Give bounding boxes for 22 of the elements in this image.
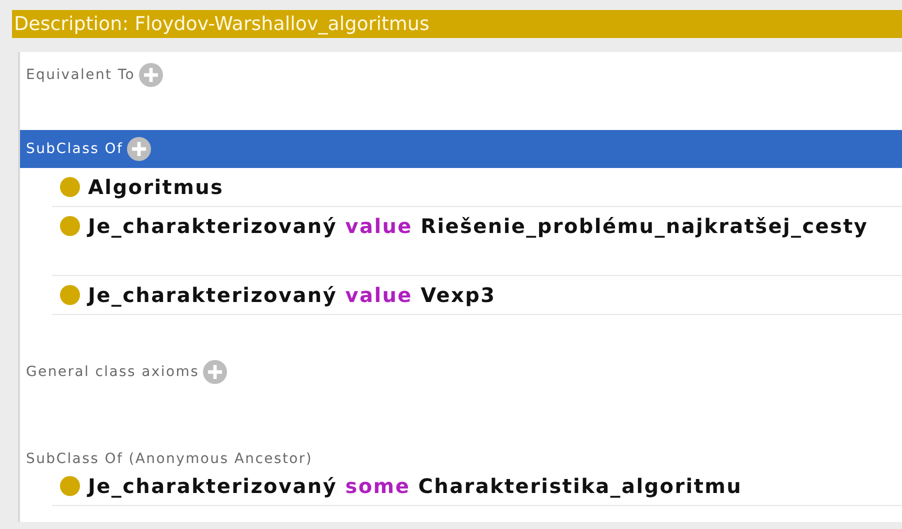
section-label: General class axioms	[26, 364, 200, 380]
section-header[interactable]: SubClass Of (Anonymous Ancestor)	[20, 439, 902, 467]
axiom-text: Je_charakterizovaný value Riešenie_problému_najkratšej_cesty	[88, 214, 868, 238]
axiom-row[interactable]: Je_charakterizovaný some Charakteristika_algoritmu	[52, 467, 902, 506]
section-header[interactable]: General class axioms	[20, 355, 902, 389]
class-icon	[60, 177, 80, 197]
axiom-text: Je_charakterizovaný value Vexp3	[88, 283, 496, 307]
section-label: SubClass Of (Anonymous Ancestor)	[26, 451, 313, 467]
class-icon	[60, 216, 80, 236]
section-header[interactable]: Equivalent To	[20, 58, 902, 92]
axiom-row[interactable]: Je_charakterizovaný value Vexp3	[52, 276, 902, 315]
class-icon	[60, 285, 80, 305]
section-header[interactable]: SubClass Of	[20, 130, 902, 168]
section-label: SubClass Of	[26, 141, 124, 157]
class-icon	[60, 476, 80, 496]
add-icon[interactable]	[127, 137, 152, 161]
axiom-text: Algoritmus	[88, 175, 224, 199]
panel-title: Description: Floydov-Warshallov_algoritmus	[12, 10, 902, 38]
axiom-text: Je_charakterizovaný some Charakteristika_algoritmu	[88, 474, 742, 498]
section-label: Equivalent To	[26, 67, 136, 83]
axiom-row[interactable]: Algoritmus	[52, 168, 902, 207]
axiom-row[interactable]: Je_charakterizovaný value Riešenie_problému_najkratšej_cesty	[52, 207, 902, 276]
